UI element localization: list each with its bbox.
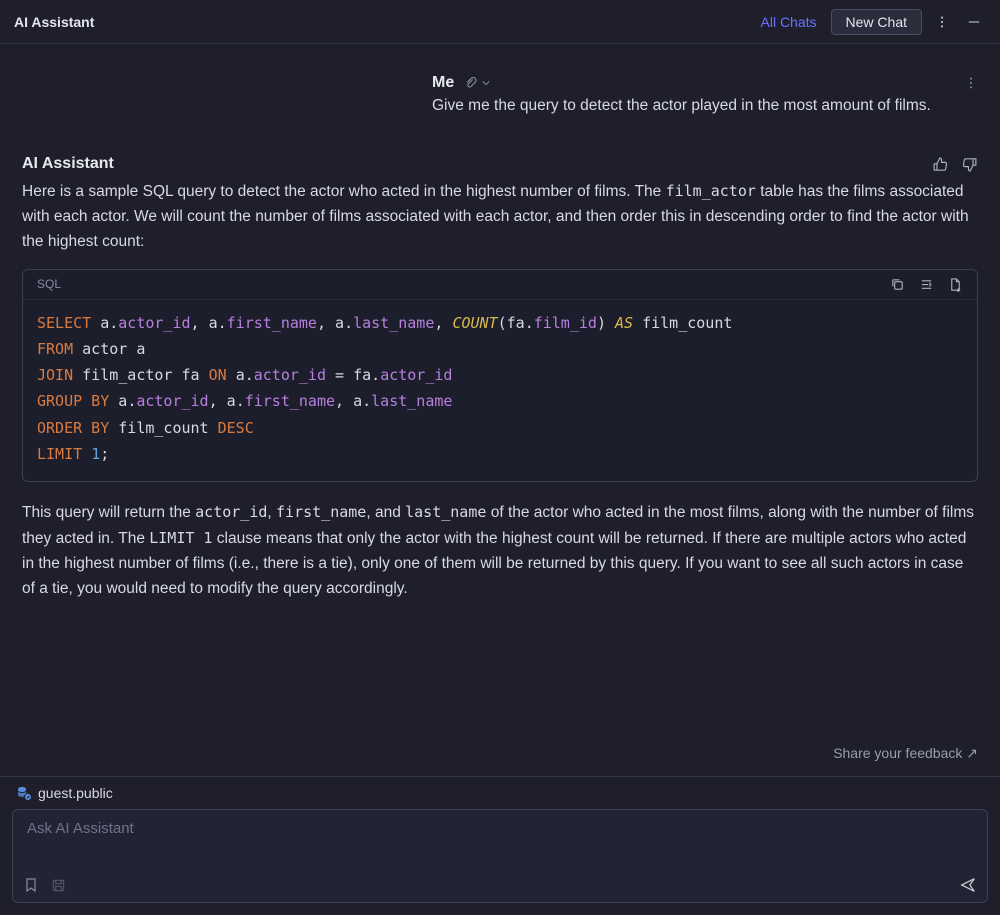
inline-code-film-actor: film_actor bbox=[666, 182, 756, 200]
insert-code-icon[interactable] bbox=[919, 277, 934, 292]
all-chats-link[interactable]: All Chats bbox=[761, 14, 817, 30]
sql-code[interactable]: SELECT a.actor_id, a.first_name, a.last_… bbox=[23, 300, 977, 482]
send-icon[interactable] bbox=[959, 876, 977, 894]
ai-intro-part-a: Here is a sample SQL query to detect the… bbox=[22, 183, 666, 200]
inline-code-limit: LIMIT 1 bbox=[149, 529, 212, 547]
ai-intro-text: Here is a sample SQL query to detect the… bbox=[22, 179, 978, 254]
user-message-text: Give me the query to detect the actor pl… bbox=[432, 94, 978, 117]
outro-a: This query will return the bbox=[22, 504, 195, 521]
copy-code-icon[interactable] bbox=[890, 277, 905, 292]
code-language-label: SQL bbox=[37, 277, 61, 291]
ai-sender-label: AI Assistant bbox=[22, 155, 114, 173]
thumbs-up-icon[interactable] bbox=[932, 156, 949, 173]
minimize-icon[interactable] bbox=[962, 15, 986, 29]
header-bar: AI Assistant All Chats New Chat bbox=[0, 0, 1000, 44]
new-chat-button[interactable]: New Chat bbox=[831, 9, 922, 35]
prompt-box bbox=[12, 809, 988, 903]
outro-b: , bbox=[267, 504, 276, 521]
ai-message: AI Assistant Here is a sample SQL query … bbox=[0, 127, 1000, 611]
edit-caret-icon[interactable] bbox=[482, 79, 490, 87]
save-icon[interactable] bbox=[51, 878, 66, 893]
outro-c: , and bbox=[366, 504, 405, 521]
user-message-menu-icon[interactable] bbox=[964, 76, 978, 90]
prompt-input[interactable] bbox=[13, 810, 987, 847]
ai-outro-text: This query will return the actor_id, fir… bbox=[22, 500, 978, 601]
inline-code-first-name: first_name bbox=[276, 503, 366, 521]
inline-code-actor-id: actor_id bbox=[195, 503, 267, 521]
attachment-icon[interactable] bbox=[464, 76, 478, 90]
inline-code-last-name: last_name bbox=[405, 503, 486, 521]
context-row[interactable]: guest.public bbox=[0, 777, 1000, 809]
database-icon bbox=[16, 785, 32, 801]
user-sender-label: Me bbox=[432, 74, 454, 92]
chat-content: Me Give me the query to detect the actor… bbox=[0, 44, 1000, 765]
share-feedback-link[interactable]: Share your feedback ↗ bbox=[833, 745, 978, 762]
code-block: SQL SELECT a.actor_id, a.first_name, a.l… bbox=[22, 269, 978, 483]
input-area: guest.public bbox=[0, 776, 1000, 915]
app-title: AI Assistant bbox=[14, 14, 94, 30]
create-file-icon[interactable] bbox=[948, 277, 963, 292]
bookmark-icon[interactable] bbox=[23, 877, 39, 893]
kebab-menu-icon[interactable] bbox=[930, 15, 954, 29]
context-label: guest.public bbox=[38, 785, 113, 801]
user-message: Me Give me the query to detect the actor… bbox=[0, 54, 1000, 127]
thumbs-down-icon[interactable] bbox=[961, 156, 978, 173]
